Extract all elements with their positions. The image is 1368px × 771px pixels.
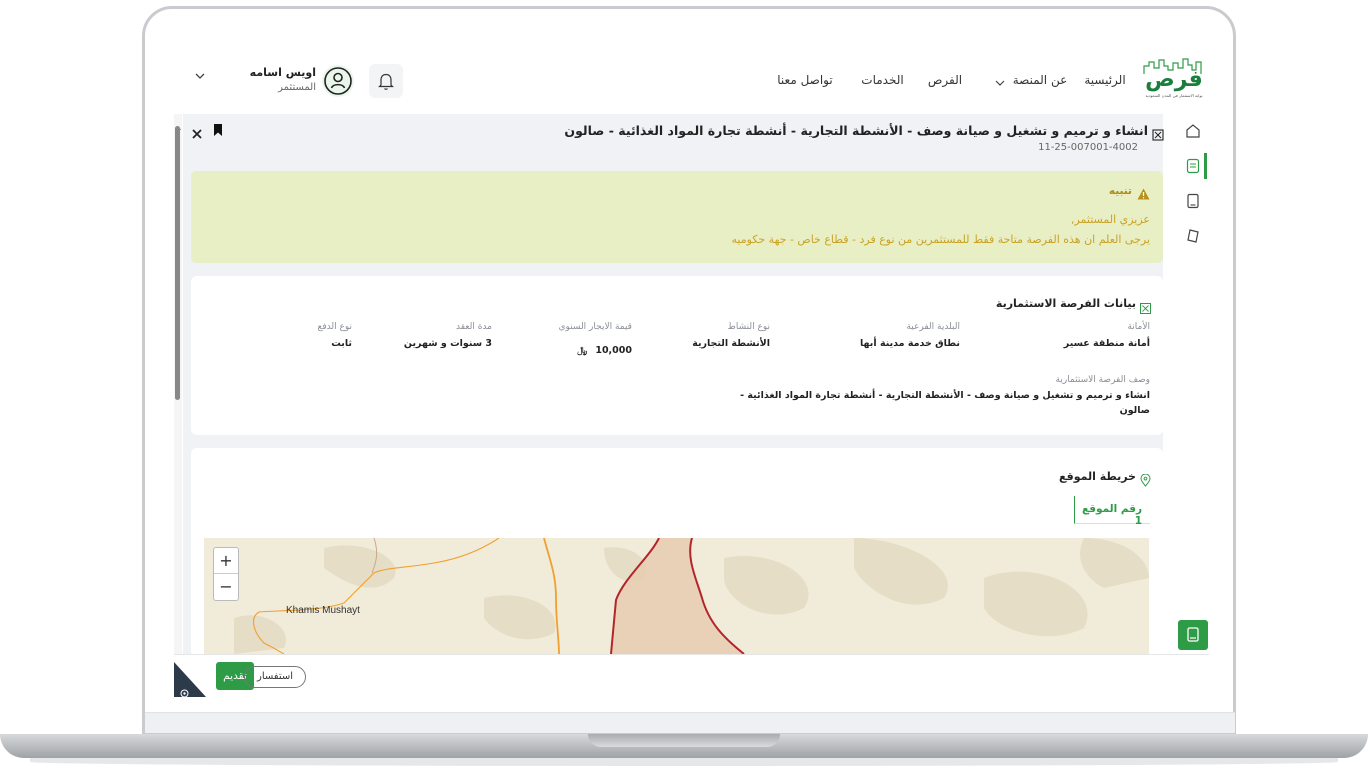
nav-contact[interactable]: تواصل معنا	[775, 73, 835, 87]
map-view[interactable]: Khamis Mushayt + −	[204, 538, 1149, 654]
field-value-payment-type: ثابت	[331, 338, 352, 349]
bookmark-icon[interactable]	[212, 122, 224, 136]
opportunity-title: انشاء و ترميم و تشغيل و صيانة وصف - الأن…	[564, 123, 1148, 138]
alert-line-2: يرجى العلم ان هذه الفرصة متاحة فقط للمست…	[731, 233, 1150, 246]
title-checkbox-icon	[1152, 126, 1164, 141]
close-icon[interactable]	[190, 126, 204, 140]
warning-icon	[1137, 185, 1150, 200]
chevron-down-icon[interactable]	[193, 68, 207, 82]
scroll-up-arrow[interactable]	[175, 116, 181, 130]
zoom-out-button[interactable]: −	[214, 574, 238, 599]
logo-tagline: بوابة الاستثمار في المدن السعودية	[1145, 93, 1203, 98]
field-value-municipality: نطاق خدمة مدينة أبها	[859, 338, 960, 349]
road-main	[543, 538, 560, 654]
description-line-1: انشاء و ترميم و تشغيل و صيانة وصف - الأن…	[740, 390, 1150, 401]
opportunity-number: 11-25-007001-4002	[1038, 142, 1138, 153]
tag-icon[interactable]	[1184, 227, 1202, 245]
home-icon[interactable]	[1184, 122, 1202, 140]
alert-title: تنبيه	[1108, 185, 1132, 197]
riyal-icon: ﷼	[577, 346, 588, 356]
field-value-duration: 3 سنوات و شهرين	[403, 338, 492, 349]
logo-name: فرص	[1145, 67, 1203, 92]
zoom-in-button[interactable]: +	[214, 548, 238, 574]
user-name[interactable]: اويس اسامه	[226, 66, 316, 79]
site-tab[interactable]: رقم الموقع 1	[1074, 496, 1150, 527]
field-label-municipality: البلدية الفرعية	[906, 322, 960, 332]
nav-about[interactable]: عن المنصة	[1010, 73, 1070, 87]
details-section-title: بيانات الفرصة الاستثمارية	[995, 297, 1136, 310]
chevron-down-icon[interactable]	[994, 74, 1006, 86]
nav-services[interactable]: الخدمات	[855, 73, 910, 87]
document-icon[interactable]	[1184, 157, 1202, 175]
nav-opportunities[interactable]: الفرص	[925, 73, 965, 87]
field-value-rent: 10,000 ﷼	[540, 338, 632, 357]
map-section-title: خريطة الموقع	[1058, 470, 1136, 483]
action-bar	[174, 654, 1209, 698]
alert-line-1: عزيزي المستثمر,	[1070, 213, 1150, 226]
user-icon[interactable]	[322, 65, 354, 97]
details-checkbox-icon	[1140, 299, 1151, 314]
field-label-amana: الأمانة	[1127, 322, 1150, 332]
map-place-label: Khamis Mushayt	[286, 605, 360, 616]
guide-icon[interactable]	[1178, 620, 1208, 650]
laptop-base-shadow	[30, 758, 1338, 766]
field-value-amana: أمانة منطقة عسير	[1063, 338, 1150, 349]
user-role: المستثمر	[278, 82, 316, 93]
screen-bottom-strip	[145, 712, 1235, 733]
description-line-2: صالون	[1119, 405, 1150, 416]
description-label: وصف الفرصة الاستثمارية	[1055, 375, 1150, 385]
inquiry-label: استفسار	[256, 671, 294, 682]
side-active-indicator	[1204, 153, 1207, 179]
site-tab-label: رقم الموقع 1	[1081, 503, 1142, 527]
scrollbar-thumb[interactable]	[175, 126, 180, 400]
inquiry-button[interactable]: استفسار	[244, 666, 306, 688]
nav-home[interactable]: الرئيسية	[1080, 73, 1130, 87]
field-value-activity: الأنشطة التجارية	[692, 338, 770, 349]
logo[interactable]: فرص بوابة الاستثمار في المدن السعودية	[1140, 56, 1208, 104]
field-label-activity: نوع النشاط	[727, 322, 770, 332]
field-label-duration: مدة العقد	[456, 322, 492, 332]
field-label-payment-type: نوع الدفع	[317, 322, 352, 332]
notebook-icon[interactable]	[1184, 192, 1202, 210]
zoom-controls: + −	[213, 547, 239, 601]
location-icon	[1140, 472, 1151, 487]
field-label-rent: قيمة الايجار السنوي	[558, 322, 633, 332]
bell-icon[interactable]	[369, 64, 403, 98]
laptop-notch	[588, 734, 780, 747]
rent-amount: 10,000	[595, 345, 632, 356]
map-terrain	[234, 538, 1149, 654]
settings-icon[interactable]	[179, 684, 190, 698]
